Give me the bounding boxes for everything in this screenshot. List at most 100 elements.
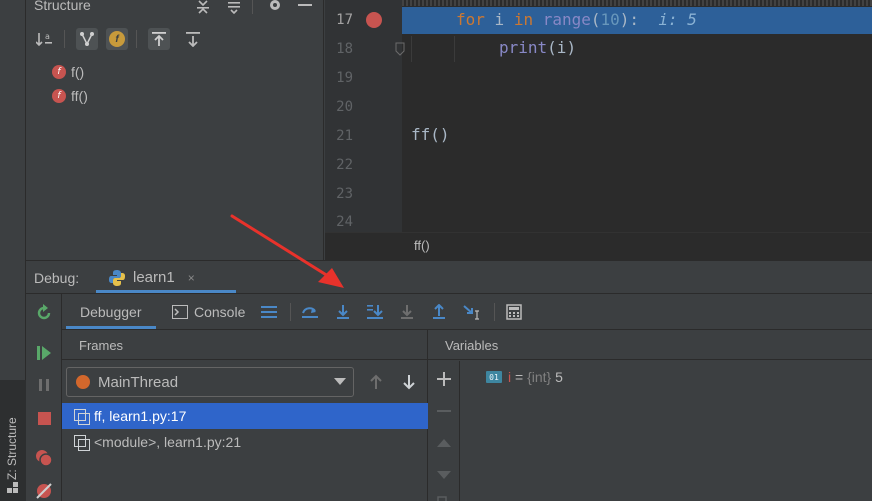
hierarchy-icon (80, 32, 94, 46)
layout-settings-button[interactable] (259, 302, 279, 322)
function-icon: f (52, 89, 66, 103)
mute-breakpoints-button[interactable] (35, 482, 53, 500)
scroll-to-source-icon (152, 32, 166, 46)
expand-all-icon[interactable] (194, 0, 212, 14)
chevron-down-icon (334, 378, 346, 385)
toolbar-separator (136, 30, 137, 48)
resume-button[interactable] (35, 344, 53, 362)
toolbar-separator (64, 30, 65, 48)
python-icon (109, 269, 125, 286)
structure-item-label: ff() (71, 88, 88, 104)
line-number: 21 (336, 128, 353, 144)
variables-panel: Variables 01 i = {int} 5 (428, 330, 872, 501)
tab-console-label: Console (194, 304, 246, 320)
code-area[interactable]: for i in range(10): i: 5 print(i) ff() (402, 0, 872, 232)
indent-guide (411, 36, 412, 62)
sort-alpha-button[interactable]: a (34, 28, 56, 50)
tab-console[interactable]: Console (172, 294, 245, 330)
run-to-cursor-button[interactable] (462, 302, 482, 322)
thread-select[interactable]: MainThread (66, 367, 354, 397)
subtab-active-indicator (66, 326, 156, 329)
structure-stripe-label: Z: Structure (5, 417, 19, 480)
indent-guide (454, 36, 455, 62)
debug-session-label: learn1 (133, 269, 175, 286)
frame-label: ff, learn1.py:17 (94, 408, 187, 424)
next-frame-icon[interactable] (401, 374, 417, 390)
collapse-all-icon[interactable] (225, 0, 243, 14)
structure-panel: Structure a f f f() f ff() (26, 0, 324, 260)
frames-header: Frames (62, 330, 428, 360)
menu-lines-icon (261, 306, 277, 318)
close-icon[interactable]: × (188, 271, 195, 285)
line-number: 17 (336, 12, 353, 28)
gear-icon[interactable] (266, 0, 284, 14)
code-line-21: ff() (411, 125, 450, 144)
structure-stripe-button[interactable]: Z: Structure (0, 380, 26, 501)
editor-gutter[interactable]: 17 18 19 20 21 22 23 24 (325, 0, 405, 232)
frame-row[interactable]: <module>, learn1.py:21 (62, 429, 428, 455)
tab-debugger-label: Debugger (80, 304, 142, 320)
debug-tool-window-header: Debug: learn1 × (26, 260, 872, 294)
add-watch-button[interactable] (436, 371, 452, 387)
resume-icon (37, 346, 51, 360)
step-into-my-code-button[interactable] (365, 302, 385, 322)
line-number: 20 (336, 99, 353, 115)
calculator-icon (506, 304, 522, 320)
variables-header: Variables (428, 330, 872, 360)
previous-frame-icon[interactable] (368, 374, 384, 390)
step-into-icon (337, 305, 349, 319)
debug-label: Debug: (34, 270, 80, 286)
autoscroll-to-source-button[interactable] (148, 28, 170, 50)
frame-row[interactable]: ff, learn1.py:17 (62, 403, 428, 429)
hide-icon[interactable] (296, 0, 314, 14)
step-out-button[interactable] (429, 302, 449, 322)
variable-row[interactable]: 01 i = {int} 5 (486, 367, 563, 387)
stop-button[interactable] (35, 409, 53, 427)
view-breakpoints-button[interactable] (35, 449, 53, 467)
structure-item-ff[interactable]: f ff() (52, 86, 88, 106)
structure-item-f[interactable]: f f() (52, 62, 84, 82)
frames-panel: Frames MainThread ff, learn1.py:17 <modu… (62, 330, 428, 501)
editor-breadcrumb[interactable]: ff() (325, 232, 872, 260)
copy-watch-button[interactable] (436, 493, 452, 501)
move-watch-down-button[interactable] (436, 467, 452, 483)
evaluate-expression-button[interactable] (504, 302, 524, 322)
stop-icon (37, 411, 51, 425)
code-line-18: print(i) (499, 38, 577, 57)
tab-active-indicator (96, 290, 236, 293)
force-step-into-button[interactable] (397, 302, 417, 322)
variables-title: Variables (445, 338, 499, 353)
line-number: 22 (336, 157, 353, 173)
step-over-button[interactable] (333, 302, 353, 322)
show-execution-point-icon (302, 307, 318, 318)
breadcrumb-item[interactable]: ff() (414, 238, 430, 253)
step-out-icon (433, 304, 445, 319)
triangle-up-icon (437, 439, 451, 447)
svg-text:a: a (45, 32, 50, 41)
show-inherited-button[interactable] (76, 28, 98, 50)
variables-side-toolbar (428, 361, 460, 501)
run-to-cursor-icon (463, 305, 479, 320)
show-fields-button[interactable]: f (106, 28, 128, 50)
pause-button[interactable] (35, 376, 53, 394)
line-number: 23 (336, 186, 353, 202)
rerun-button[interactable] (35, 304, 53, 322)
code-editor[interactable]: 17 18 19 20 21 22 23 24 for i in range(1… (325, 0, 872, 260)
structure-toolbar: a f (26, 24, 324, 54)
remove-watch-button[interactable] (436, 403, 452, 419)
show-execution-point-button[interactable] (300, 302, 320, 322)
field-icon: f (109, 31, 125, 47)
scroll-hint (402, 0, 872, 6)
autoscroll-from-source-button[interactable] (182, 28, 204, 50)
pause-icon (39, 379, 49, 391)
plus-icon (437, 372, 451, 386)
toolbar-separator (494, 303, 495, 321)
force-step-into-icon (401, 305, 413, 319)
structure-icon (7, 482, 18, 493)
tab-debugger[interactable]: Debugger (80, 294, 142, 330)
breakpoint-icon[interactable] (366, 12, 382, 28)
sort-alpha-icon: a (36, 32, 52, 47)
frame-label: <module>, learn1.py:21 (94, 434, 242, 450)
move-watch-up-button[interactable] (436, 435, 452, 451)
breakpoints-icon (36, 450, 53, 467)
